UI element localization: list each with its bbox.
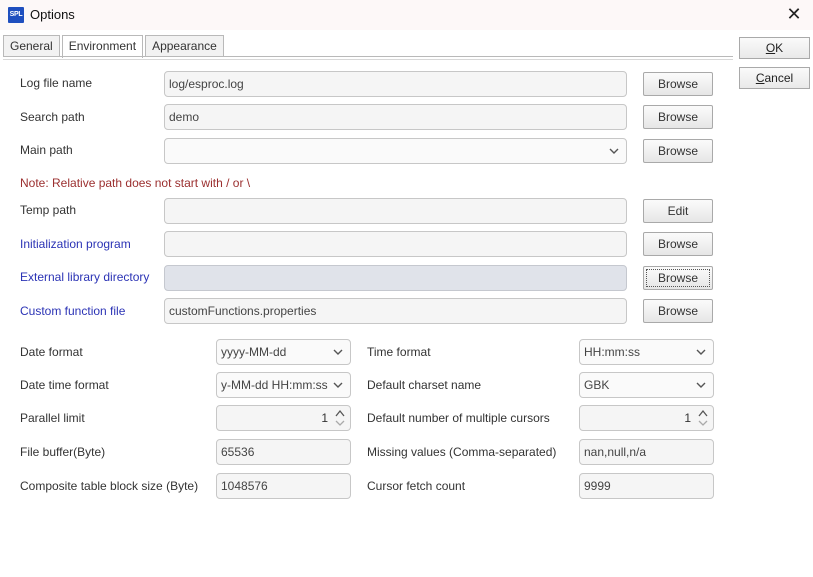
time-format-dropdown[interactable]: HH:mm:ss: [579, 339, 714, 365]
ext-lib-dir-browse-button[interactable]: Browse: [643, 266, 713, 290]
main-path-dropdown[interactable]: [164, 138, 627, 164]
file-buffer-field[interactable]: 65536: [216, 439, 351, 465]
title-bar: SPL Options ✕: [0, 0, 813, 30]
search-path-label: Search path: [20, 110, 85, 124]
tab-environment[interactable]: Environment: [61, 35, 144, 58]
chevron-down-icon: [696, 340, 706, 355]
file-buffer-label: File buffer(Byte): [20, 445, 106, 459]
tab-bar: General Environment Appearance: [3, 35, 226, 58]
datetime-format-dropdown[interactable]: y-MM-dd HH:mm:ss: [216, 372, 351, 398]
init-program-field[interactable]: [164, 231, 627, 257]
search-path-field[interactable]: demo: [164, 104, 627, 130]
main-path-label: Main path: [20, 143, 73, 157]
multi-cursors-value: 1: [684, 411, 691, 425]
charset-label: Default charset name: [367, 378, 482, 392]
tab-panel-border: [3, 56, 733, 57]
chevron-down-icon: [696, 373, 706, 388]
cursor-fetch-field[interactable]: 9999: [579, 473, 714, 499]
close-icon[interactable]: ✕: [783, 3, 805, 25]
log-file-browse-button[interactable]: Browse: [643, 72, 713, 96]
time-format-label: Time format: [367, 345, 431, 359]
relative-path-note: Note: Relative path does not start with …: [20, 176, 251, 190]
time-format-value: HH:mm:ss: [584, 345, 640, 359]
datetime-format-label: Date time format: [20, 378, 109, 392]
missing-values-label: Missing values (Comma-separated): [367, 445, 557, 459]
charset-dropdown[interactable]: GBK: [579, 372, 714, 398]
ext-lib-dir-label: External library directory: [20, 270, 150, 284]
parallel-limit-label: Parallel limit: [20, 411, 85, 425]
temp-path-field[interactable]: [164, 198, 627, 224]
multi-cursors-label: Default number of multiple cursors: [367, 411, 550, 425]
date-format-dropdown[interactable]: yyyy-MM-dd: [216, 339, 351, 365]
cursor-fetch-label: Cursor fetch count: [367, 479, 466, 493]
custom-func-browse-button[interactable]: Browse: [643, 299, 713, 323]
temp-path-label: Temp path: [20, 203, 77, 217]
custom-func-field[interactable]: customFunctions.properties: [164, 298, 627, 324]
search-path-browse-button[interactable]: Browse: [643, 105, 713, 129]
ext-lib-dir-field: [164, 265, 627, 291]
log-file-field[interactable]: log/esproc.log: [164, 71, 627, 97]
block-size-label: Composite table block size (Byte): [20, 479, 199, 493]
block-size-field[interactable]: 1048576: [216, 473, 351, 499]
tab-appearance[interactable]: Appearance: [145, 35, 224, 57]
charset-value: GBK: [584, 378, 610, 392]
missing-values-field[interactable]: nan,null,n/a: [579, 439, 714, 465]
cancel-button[interactable]: Cancel: [739, 67, 810, 89]
window-title: Options: [30, 7, 75, 22]
main-path-browse-button[interactable]: Browse: [643, 139, 713, 163]
tab-panel-border-inner: [3, 59, 733, 60]
spinner-arrows-icon[interactable]: [335, 409, 345, 427]
chevron-down-icon: [333, 340, 343, 355]
chevron-down-icon: [609, 139, 619, 154]
init-program-browse-button[interactable]: Browse: [643, 232, 713, 256]
app-logo-icon: SPL: [8, 7, 24, 23]
date-format-label: Date format: [20, 345, 83, 359]
init-program-label: Initialization program: [20, 237, 131, 251]
datetime-format-value: y-MM-dd HH:mm:ss: [221, 378, 328, 392]
temp-path-edit-button[interactable]: Edit: [643, 199, 713, 223]
ok-button[interactable]: OK: [739, 37, 810, 59]
date-format-value: yyyy-MM-dd: [221, 345, 287, 359]
tab-general[interactable]: General: [3, 35, 60, 57]
multi-cursors-stepper[interactable]: 1: [579, 405, 714, 431]
chevron-down-icon: [333, 373, 343, 388]
parallel-limit-value: 1: [321, 411, 328, 425]
custom-func-label: Custom function file: [20, 304, 126, 318]
spinner-arrows-icon[interactable]: [698, 409, 708, 427]
parallel-limit-stepper[interactable]: 1: [216, 405, 351, 431]
log-file-label: Log file name: [20, 76, 93, 90]
